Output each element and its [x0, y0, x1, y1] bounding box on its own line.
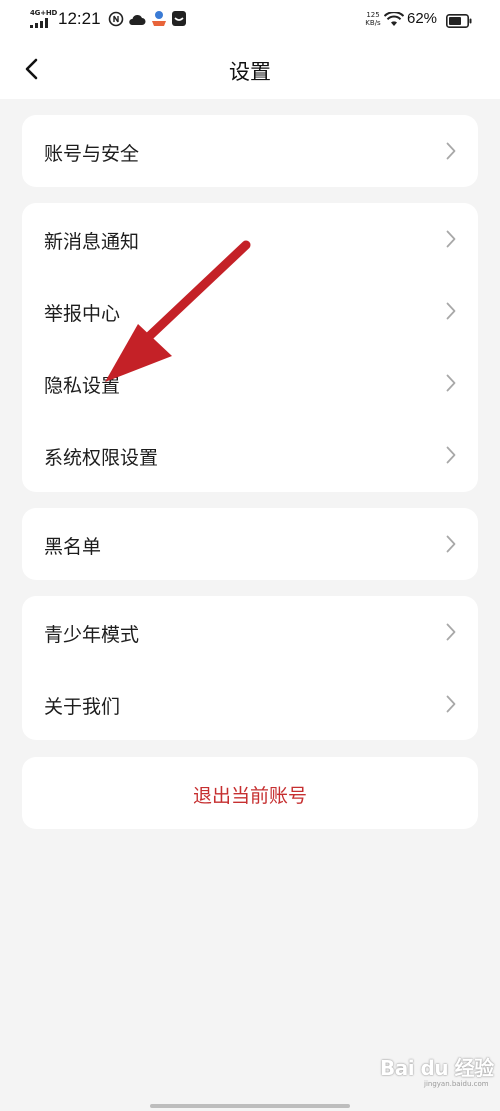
- settings-section-blacklist: 黑名单: [22, 508, 478, 580]
- settings-section-about: 青少年模式 关于我们: [22, 596, 478, 740]
- navigation-header: 设置: [0, 40, 500, 99]
- settings-item-new-message-notification[interactable]: 新消息通知: [22, 203, 478, 275]
- battery-percentage: 62%: [407, 10, 438, 27]
- settings-item-label: 青少年模式: [44, 624, 140, 646]
- settings-item-label: 关于我们: [44, 696, 121, 718]
- chevron-right-icon: [446, 302, 456, 320]
- settings-item-label: 新消息通知: [44, 231, 140, 253]
- chevron-right-icon: [446, 695, 456, 713]
- settings-section-account: 账号与安全: [22, 115, 478, 187]
- chevron-right-icon: [446, 374, 456, 392]
- nfc-icon: [108, 11, 124, 31]
- chevron-right-icon: [446, 623, 456, 641]
- logout-label: 退出当前账号: [192, 785, 307, 807]
- settings-item-teen-mode[interactable]: 青少年模式: [22, 596, 478, 668]
- settings-item-label: 隐私设置: [44, 375, 121, 397]
- settings-item-system-permissions[interactable]: 系统权限设置: [22, 419, 478, 491]
- wifi-icon: [383, 11, 405, 31]
- settings-item-label: 黑名单: [44, 536, 102, 558]
- settings-item-account-security[interactable]: 账号与安全: [22, 115, 478, 187]
- network-type-label: 4G+HD: [30, 9, 58, 17]
- page-title: 设置: [229, 60, 271, 84]
- settings-item-report-center[interactable]: 举报中心: [22, 275, 478, 347]
- cloud-icon: [128, 11, 146, 30]
- chevron-right-icon: [446, 230, 456, 248]
- settings-section-general: 新消息通知 举报中心 隐私设置 系统权限设置: [22, 203, 478, 492]
- chevron-right-icon: [446, 446, 456, 464]
- clock: 12:21: [58, 9, 101, 28]
- settings-item-label: 举报中心: [44, 303, 121, 325]
- battery-icon: [446, 13, 472, 32]
- settings-item-blacklist[interactable]: 黑名单: [22, 508, 478, 580]
- settings-item-about-us[interactable]: 关于我们: [22, 668, 478, 740]
- chevron-right-icon: [446, 142, 456, 160]
- network-speed: 125 KB/s: [365, 11, 381, 27]
- settings-item-privacy-settings[interactable]: 隐私设置: [22, 347, 478, 419]
- settings-item-label: 系统权限设置: [44, 447, 159, 469]
- logout-button[interactable]: 退出当前账号: [22, 757, 478, 829]
- app-notification-icon: [150, 9, 168, 31]
- cellular-signal-icon: 4G+HD: [30, 9, 58, 28]
- home-indicator[interactable]: [150, 1104, 350, 1108]
- chevron-right-icon: [446, 535, 456, 553]
- settings-item-label: 账号与安全: [44, 143, 140, 165]
- status-bar: 4G+HD 12:21 125 KB/s 62%: [0, 0, 500, 40]
- message-app-icon: [172, 11, 186, 30]
